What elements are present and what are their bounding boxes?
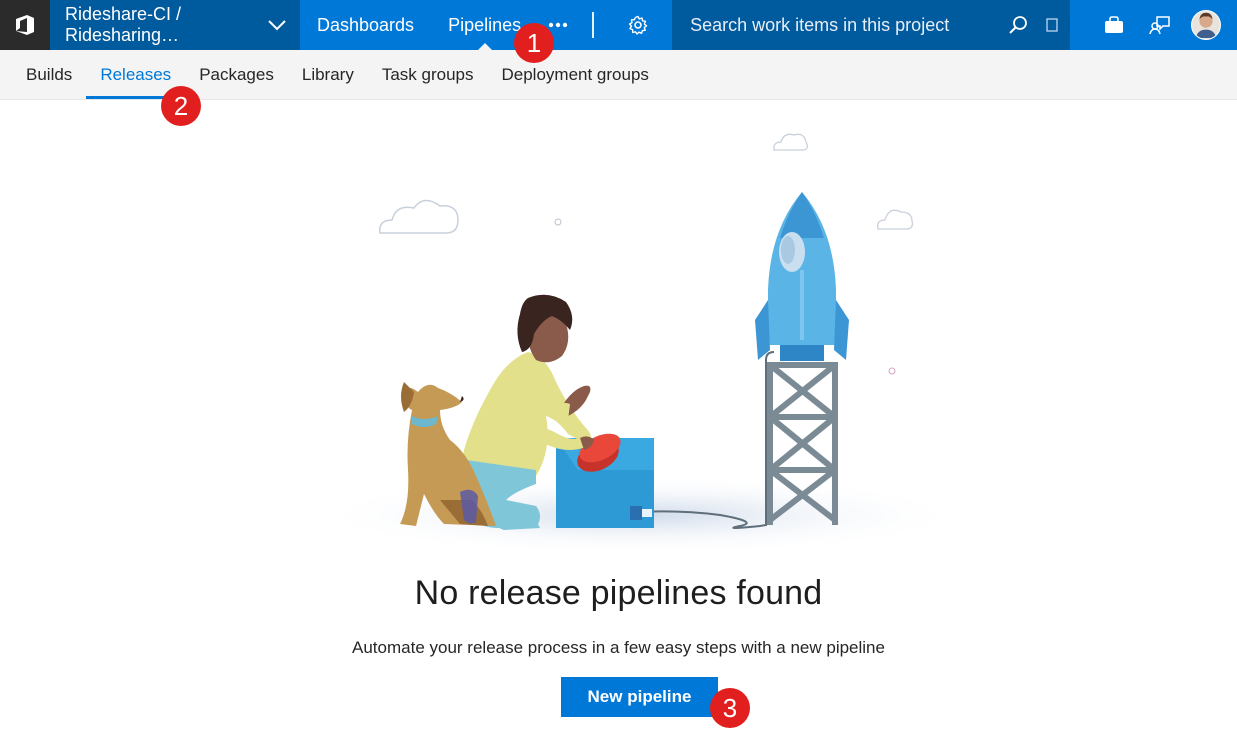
tab-builds[interactable]: Builds <box>12 50 86 99</box>
search-icon[interactable] <box>1008 15 1028 35</box>
search-input[interactable]: Search work items in this project <box>690 15 998 36</box>
topbar-actions <box>1091 0 1237 50</box>
top-bar: Rideshare-CI / Ridesharing… Dashboards P… <box>0 0 1237 50</box>
callout-badge-2: 2 <box>161 86 201 126</box>
expand-icon[interactable] <box>1046 18 1058 32</box>
bag-icon[interactable] <box>1091 0 1137 50</box>
hub-dashboards[interactable]: Dashboards <box>300 0 431 50</box>
tab-packages[interactable]: Packages <box>185 50 288 99</box>
callout-badge-1: 1 <box>514 23 554 63</box>
vsts-logo-icon[interactable] <box>0 0 50 50</box>
project-label: Rideshare-CI / Ridesharing… <box>65 4 182 45</box>
tab-deployment-groups-label: Deployment groups <box>501 64 649 84</box>
empty-state-description: Automate your release process in a few e… <box>352 638 885 657</box>
tab-deployment-groups[interactable]: Deployment groups <box>488 50 663 99</box>
feedback-icon[interactable] <box>1137 0 1183 50</box>
tab-packages-label: Packages <box>199 64 274 84</box>
callout-badge-3: 3 <box>710 688 750 728</box>
avatar[interactable] <box>1183 0 1229 50</box>
tab-library[interactable]: Library <box>288 50 368 99</box>
search-box[interactable]: Search work items in this project <box>672 0 1071 50</box>
tab-task-groups[interactable]: Task groups <box>368 50 488 99</box>
new-pipeline-button[interactable]: New pipeline <box>561 677 718 717</box>
chevron-down-icon <box>268 19 286 31</box>
hub-pipelines-label: Pipelines <box>448 14 522 35</box>
tab-builds-label: Builds <box>26 64 73 84</box>
divider <box>592 12 595 38</box>
empty-state-illustration <box>310 133 970 550</box>
empty-state-title: No release pipelines found <box>414 574 823 612</box>
gear-icon[interactable] <box>612 0 672 50</box>
tab-task-groups-label: Task groups <box>381 64 474 84</box>
tab-releases-label: Releases <box>100 64 172 84</box>
hub-dashboards-label: Dashboards <box>317 14 415 35</box>
tab-library-label: Library <box>301 64 354 84</box>
project-selector[interactable]: Rideshare-CI / Ridesharing… <box>50 0 300 50</box>
